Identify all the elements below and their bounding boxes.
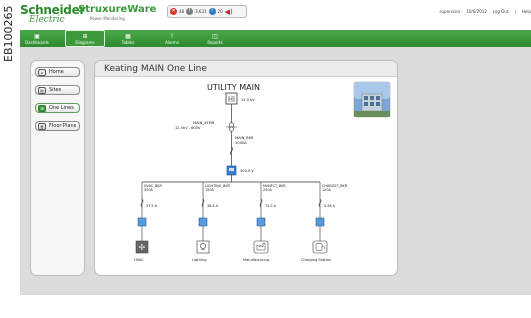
alarm-info-icon: i xyxy=(208,8,216,15)
charging-station-icon[interactable] xyxy=(312,240,328,254)
menu-one-lines-button[interactable]: ⊞ One Lines xyxy=(35,103,80,113)
menu-sites-button[interactable]: ▤ Sites xyxy=(35,85,80,95)
branch-current: 3.58 A xyxy=(324,204,336,208)
alarm-icon: ! xyxy=(170,32,174,40)
fan-glyph: ✢ xyxy=(139,243,146,252)
main-nav: ▣ Dashboards ⊞ Diagrams ▦ Tables ! Alarm… xyxy=(20,30,531,47)
branch-current: 37.5 A xyxy=(146,204,158,208)
branch-breaker-rating: 250A xyxy=(263,188,272,192)
user-info: supervisor 10/6/2012 Log Out | Help xyxy=(439,9,531,14)
dashboard-icon: ▣ xyxy=(34,32,40,40)
nav-label: Diagrams xyxy=(75,39,95,45)
branch-meter-icon[interactable] xyxy=(137,217,147,227)
sites-icon: ▤ xyxy=(38,86,46,94)
branch-breaker-rating: 150A xyxy=(205,188,214,192)
nav-alarms[interactable]: ! Alarms xyxy=(162,30,182,47)
diagram-icon: ⊞ xyxy=(82,32,88,40)
nav-reports[interactable]: ◫ Reports xyxy=(203,30,227,47)
main-breaker-rating: 1000A xyxy=(235,141,247,145)
alarm-info-count[interactable]: 20 xyxy=(218,9,223,14)
alarm-summary[interactable]: ✕ 48 ! 3,631 i 20 ◀) xyxy=(167,5,247,18)
nav-label: Dashboards xyxy=(25,39,49,45)
transformer-label: MAIN_XFMR xyxy=(193,121,215,125)
load-label: HVAC xyxy=(134,258,144,262)
nav-label: Reports xyxy=(207,39,223,45)
branch-manufacturing: MANFCT_BKR 250A 75.3 A Manufacturing xyxy=(243,182,286,262)
report-icon: ◫ xyxy=(212,32,218,40)
utility-source-icon[interactable] xyxy=(225,92,238,105)
menu-label: Sites xyxy=(49,87,62,93)
diagram-menu: ⌂ Home ▤ Sites ⊞ One Lines ▥ Floor Plans xyxy=(30,60,85,276)
table-icon: ▦ xyxy=(125,32,131,40)
alarm-unack-icon: ! xyxy=(186,8,194,15)
transformer-rating: 12.5kV - 600V xyxy=(175,126,201,130)
brand-sub: Electric xyxy=(29,15,65,25)
site-photo[interactable] xyxy=(353,81,391,118)
main-breaker-label: MAIN_BKR xyxy=(235,136,254,140)
user-name: supervisor xyxy=(439,9,461,14)
menu-label: One Lines xyxy=(49,105,74,111)
utility-label: UTILITY MAIN xyxy=(207,83,260,92)
logout-link[interactable]: Log Out xyxy=(493,9,509,14)
alarm-unack-count[interactable]: 3,631 xyxy=(195,9,206,14)
load-label: Charging Station xyxy=(301,258,331,262)
footer-area xyxy=(20,295,531,318)
menu-home-button[interactable]: ⌂ Home xyxy=(35,67,80,77)
one-line-diagram: UTILITY MAIN 12.5 kV MAIN_XFMR 12.5kV - … xyxy=(95,77,397,275)
bus-voltage: 300.0 V xyxy=(240,169,254,173)
utility-voltage: 12.5 kV xyxy=(241,98,255,102)
separator: | xyxy=(514,9,516,14)
branch-meter-icon[interactable] xyxy=(315,217,325,227)
branch-charging-station: CHARGST_BKR 120A 3.58 A Charging Station xyxy=(301,182,348,262)
transformer-symbol[interactable] xyxy=(226,122,237,132)
branch-lighting: LIGHTING_BKR 150A 38.6 A Lighting xyxy=(192,182,231,262)
branch-breaker-rating: 120A xyxy=(322,188,331,192)
menu-label: Home xyxy=(49,69,64,75)
home-icon: ⌂ xyxy=(38,68,46,76)
app-header: Schneider Electric StruxureWare Power Mo… xyxy=(20,0,531,30)
product-subtitle: Power Monitoring xyxy=(90,16,125,21)
product-name: StruxureWare xyxy=(78,4,157,15)
load-label: Manufacturing xyxy=(243,258,269,262)
one-lines-icon: ⊞ xyxy=(38,104,46,112)
nav-dashboards[interactable]: ▣ Dashboards xyxy=(20,30,54,47)
branch-current: 38.6 A xyxy=(207,204,219,208)
alarm-critical-icon: ✕ xyxy=(170,8,177,15)
branch-meter-icon[interactable] xyxy=(256,217,266,227)
main-meter-screen xyxy=(229,168,234,171)
one-line-panel: Keating MAIN One Line UTILITY MAIN 12.5 … xyxy=(94,60,398,276)
branch-current: 75.3 A xyxy=(265,204,277,208)
help-link[interactable]: Help xyxy=(522,9,531,14)
app-root: EB100265 Schneider Electric StruxureWare… xyxy=(0,0,531,318)
speaker-icon[interactable]: ◀) xyxy=(225,8,233,16)
branch-hvac: HVAC_BKR 500A 37.5 A ✢ HVAC xyxy=(134,182,163,262)
nav-label: Tables xyxy=(121,39,135,45)
panel-title: Keating MAIN One Line xyxy=(104,64,207,74)
alarm-critical-count[interactable]: 48 xyxy=(179,9,184,14)
menu-label: Floor Plans xyxy=(49,123,77,129)
diagram-canvas: UTILITY MAIN 12.5 kV MAIN_XFMR 12.5kV - … xyxy=(134,81,391,262)
branch-breaker-rating: 500A xyxy=(144,188,153,192)
document-code-strip: EB100265 xyxy=(0,0,20,318)
current-date: 10/6/2012 xyxy=(466,9,487,14)
brand-logo[interactable]: Schneider Electric xyxy=(20,3,85,25)
nav-tables[interactable]: ▦ Tables xyxy=(116,30,140,47)
document-code: EB100265 xyxy=(2,5,15,63)
panel-header: Keating MAIN One Line xyxy=(95,61,397,77)
lightbulb-icon[interactable] xyxy=(196,240,210,254)
load-label: Lighting xyxy=(192,258,207,262)
page-body: ⌂ Home ▤ Sites ⊞ One Lines ▥ Floor Plans… xyxy=(20,47,531,295)
menu-floor-plans-button[interactable]: ▥ Floor Plans xyxy=(35,121,80,131)
nav-label: Alarms xyxy=(165,39,179,45)
manufacturing-icon[interactable] xyxy=(253,240,269,254)
floor-plans-icon: ▥ xyxy=(38,122,46,130)
branch-meter-icon[interactable] xyxy=(198,217,208,227)
nav-diagrams[interactable]: ⊞ Diagrams xyxy=(65,30,105,47)
